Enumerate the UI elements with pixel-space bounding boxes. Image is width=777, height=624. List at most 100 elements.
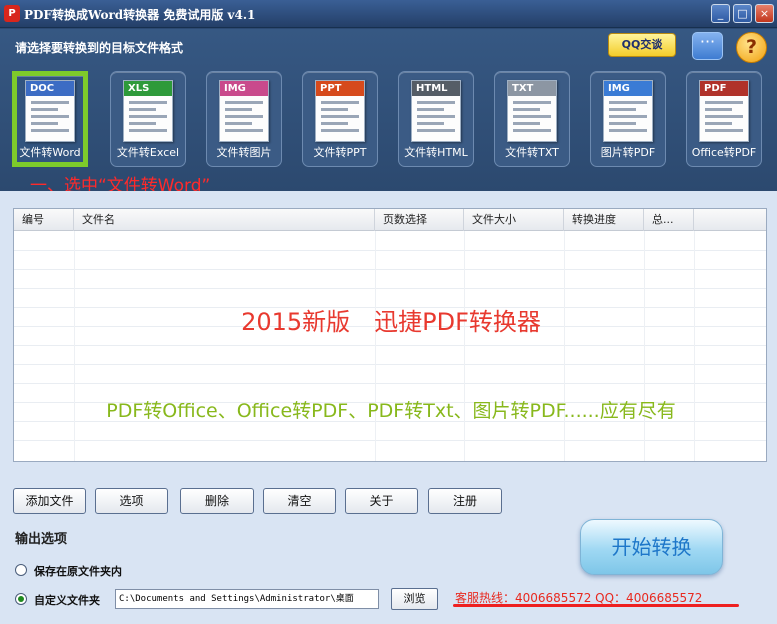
text-line [609, 101, 647, 104]
text-line [321, 101, 359, 104]
text-line [31, 101, 69, 104]
format-tool-label: 文件转HTML [404, 146, 468, 159]
custom-folder-radio[interactable] [15, 593, 27, 605]
grid-line [14, 250, 766, 251]
document-icon: PPT [315, 80, 365, 142]
keep-original-label[interactable]: 保存在原文件夹内 [34, 563, 122, 579]
text-line [225, 115, 263, 118]
choose-format-label: 请选择要转换到的目标文件格式 [15, 41, 184, 55]
text-line [129, 129, 167, 132]
format-tool-label: 图片转PDF [600, 146, 656, 159]
format-tag: DOC [26, 81, 74, 96]
app-logo-icon: P [4, 5, 20, 22]
text-line [321, 108, 348, 111]
format-tool-2[interactable]: IMG 文件转图片 [206, 71, 282, 167]
delete-button[interactable]: 删除 [180, 488, 254, 514]
text-line [31, 108, 58, 111]
document-lines [225, 101, 263, 139]
format-tool-label: 文件转Excel [116, 146, 180, 159]
text-line [513, 122, 540, 125]
text-line [417, 115, 455, 118]
maximize-button[interactable]: □ [733, 4, 752, 23]
text-line [31, 122, 58, 125]
title-bar: P PDF转换成Word转换器 免费试用版 v4.1 _ □ × [0, 0, 777, 28]
text-line [129, 101, 167, 104]
document-lines [129, 101, 167, 139]
document-icon: PDF [699, 80, 749, 142]
text-line [225, 122, 252, 125]
format-tag: IMG [604, 81, 652, 96]
format-tool-7[interactable]: PDF Office转PDF [686, 71, 762, 167]
about-button[interactable]: 关于 [345, 488, 418, 514]
document-lines [705, 101, 743, 139]
keep-original-radio[interactable] [15, 564, 27, 576]
add-file-button[interactable]: 添加文件 [13, 488, 86, 514]
text-line [513, 101, 551, 104]
grid-line [14, 364, 766, 365]
register-button[interactable]: 注册 [428, 488, 502, 514]
text-line [705, 108, 732, 111]
format-tool-5[interactable]: TXT 文件转TXT [494, 71, 570, 167]
text-line [225, 101, 263, 104]
format-tool-6[interactable]: IMG 图片转PDF [590, 71, 666, 167]
text-line [417, 101, 455, 104]
document-lines [321, 101, 359, 139]
document-icon: XLS [123, 80, 173, 142]
browse-button[interactable]: 浏览 [391, 588, 438, 610]
text-line [129, 108, 156, 111]
custom-folder-label[interactable]: 自定义文件夹 [34, 592, 100, 608]
text-line [705, 115, 743, 118]
hotline-underline [453, 604, 739, 607]
format-tool-label: 文件转图片 [216, 146, 272, 159]
format-toolbar: 请选择要转换到的目标文件格式 QQ交谈 ··· ? DOC 文件转Word XLS 文… [0, 29, 777, 196]
document-lines [609, 101, 647, 139]
grid-line [14, 383, 766, 384]
options-button[interactable]: 选项 [95, 488, 168, 514]
help-icon[interactable]: ? [736, 32, 767, 63]
column-header[interactable]: 编号 [14, 209, 74, 231]
output-path-field[interactable]: C:\Documents and Settings\Administrator\… [115, 589, 379, 609]
document-icon: IMG [603, 80, 653, 142]
column-header[interactable]: 文件大小 [464, 209, 564, 231]
column-header[interactable]: 文件名 [74, 209, 375, 231]
column-header[interactable]: 页数选择 [375, 209, 464, 231]
text-line [321, 115, 359, 118]
text-line [417, 122, 444, 125]
start-convert-button[interactable]: 开始转换 [580, 519, 723, 575]
format-tool-1[interactable]: XLS 文件转Excel [110, 71, 186, 167]
format-tag: HTML [412, 81, 460, 96]
window-title: PDF转换成Word转换器 免费试用版 v4.1 [24, 8, 256, 22]
close-button[interactable]: × [755, 4, 774, 23]
text-line [129, 122, 156, 125]
qq-chat-button[interactable]: QQ交谈 [608, 33, 676, 57]
text-line [705, 122, 732, 125]
format-tool-0[interactable]: DOC 文件转Word [12, 71, 88, 167]
grid-column-line [644, 231, 645, 461]
grid-line [14, 440, 766, 441]
grid-line [14, 269, 766, 270]
promo-features: PDF转Office、Office转PDF、PDF转Txt、图片转PDF....… [106, 400, 676, 422]
text-line [31, 115, 69, 118]
grid-column-line [375, 231, 376, 461]
document-icon: DOC [25, 80, 75, 142]
format-tool-3[interactable]: PPT 文件转PPT [302, 71, 378, 167]
chat-bubble-icon[interactable]: ··· [692, 32, 723, 60]
format-tool-label: 文件转TXT [505, 146, 559, 159]
document-icon: HTML [411, 80, 461, 142]
format-tool-4[interactable]: HTML 文件转HTML [398, 71, 474, 167]
column-header[interactable]: 转换进度 [564, 209, 644, 231]
text-line [705, 129, 743, 132]
file-table[interactable]: 编号 文件名 页数选择 文件大小 转换进度 总... 2015新版 迅捷PDF转… [13, 208, 767, 462]
grid-column-line [694, 231, 695, 461]
column-header[interactable]: 总... [644, 209, 694, 231]
format-tag: TXT [508, 81, 556, 96]
clear-button[interactable]: 清空 [263, 488, 336, 514]
format-tool-label: Office转PDF [691, 146, 757, 159]
text-line [225, 108, 252, 111]
minimize-button[interactable]: _ [711, 4, 730, 23]
document-lines [513, 101, 551, 139]
grid-column-line [564, 231, 565, 461]
grid-column-line [464, 231, 465, 461]
text-line [417, 129, 455, 132]
text-line [609, 108, 636, 111]
